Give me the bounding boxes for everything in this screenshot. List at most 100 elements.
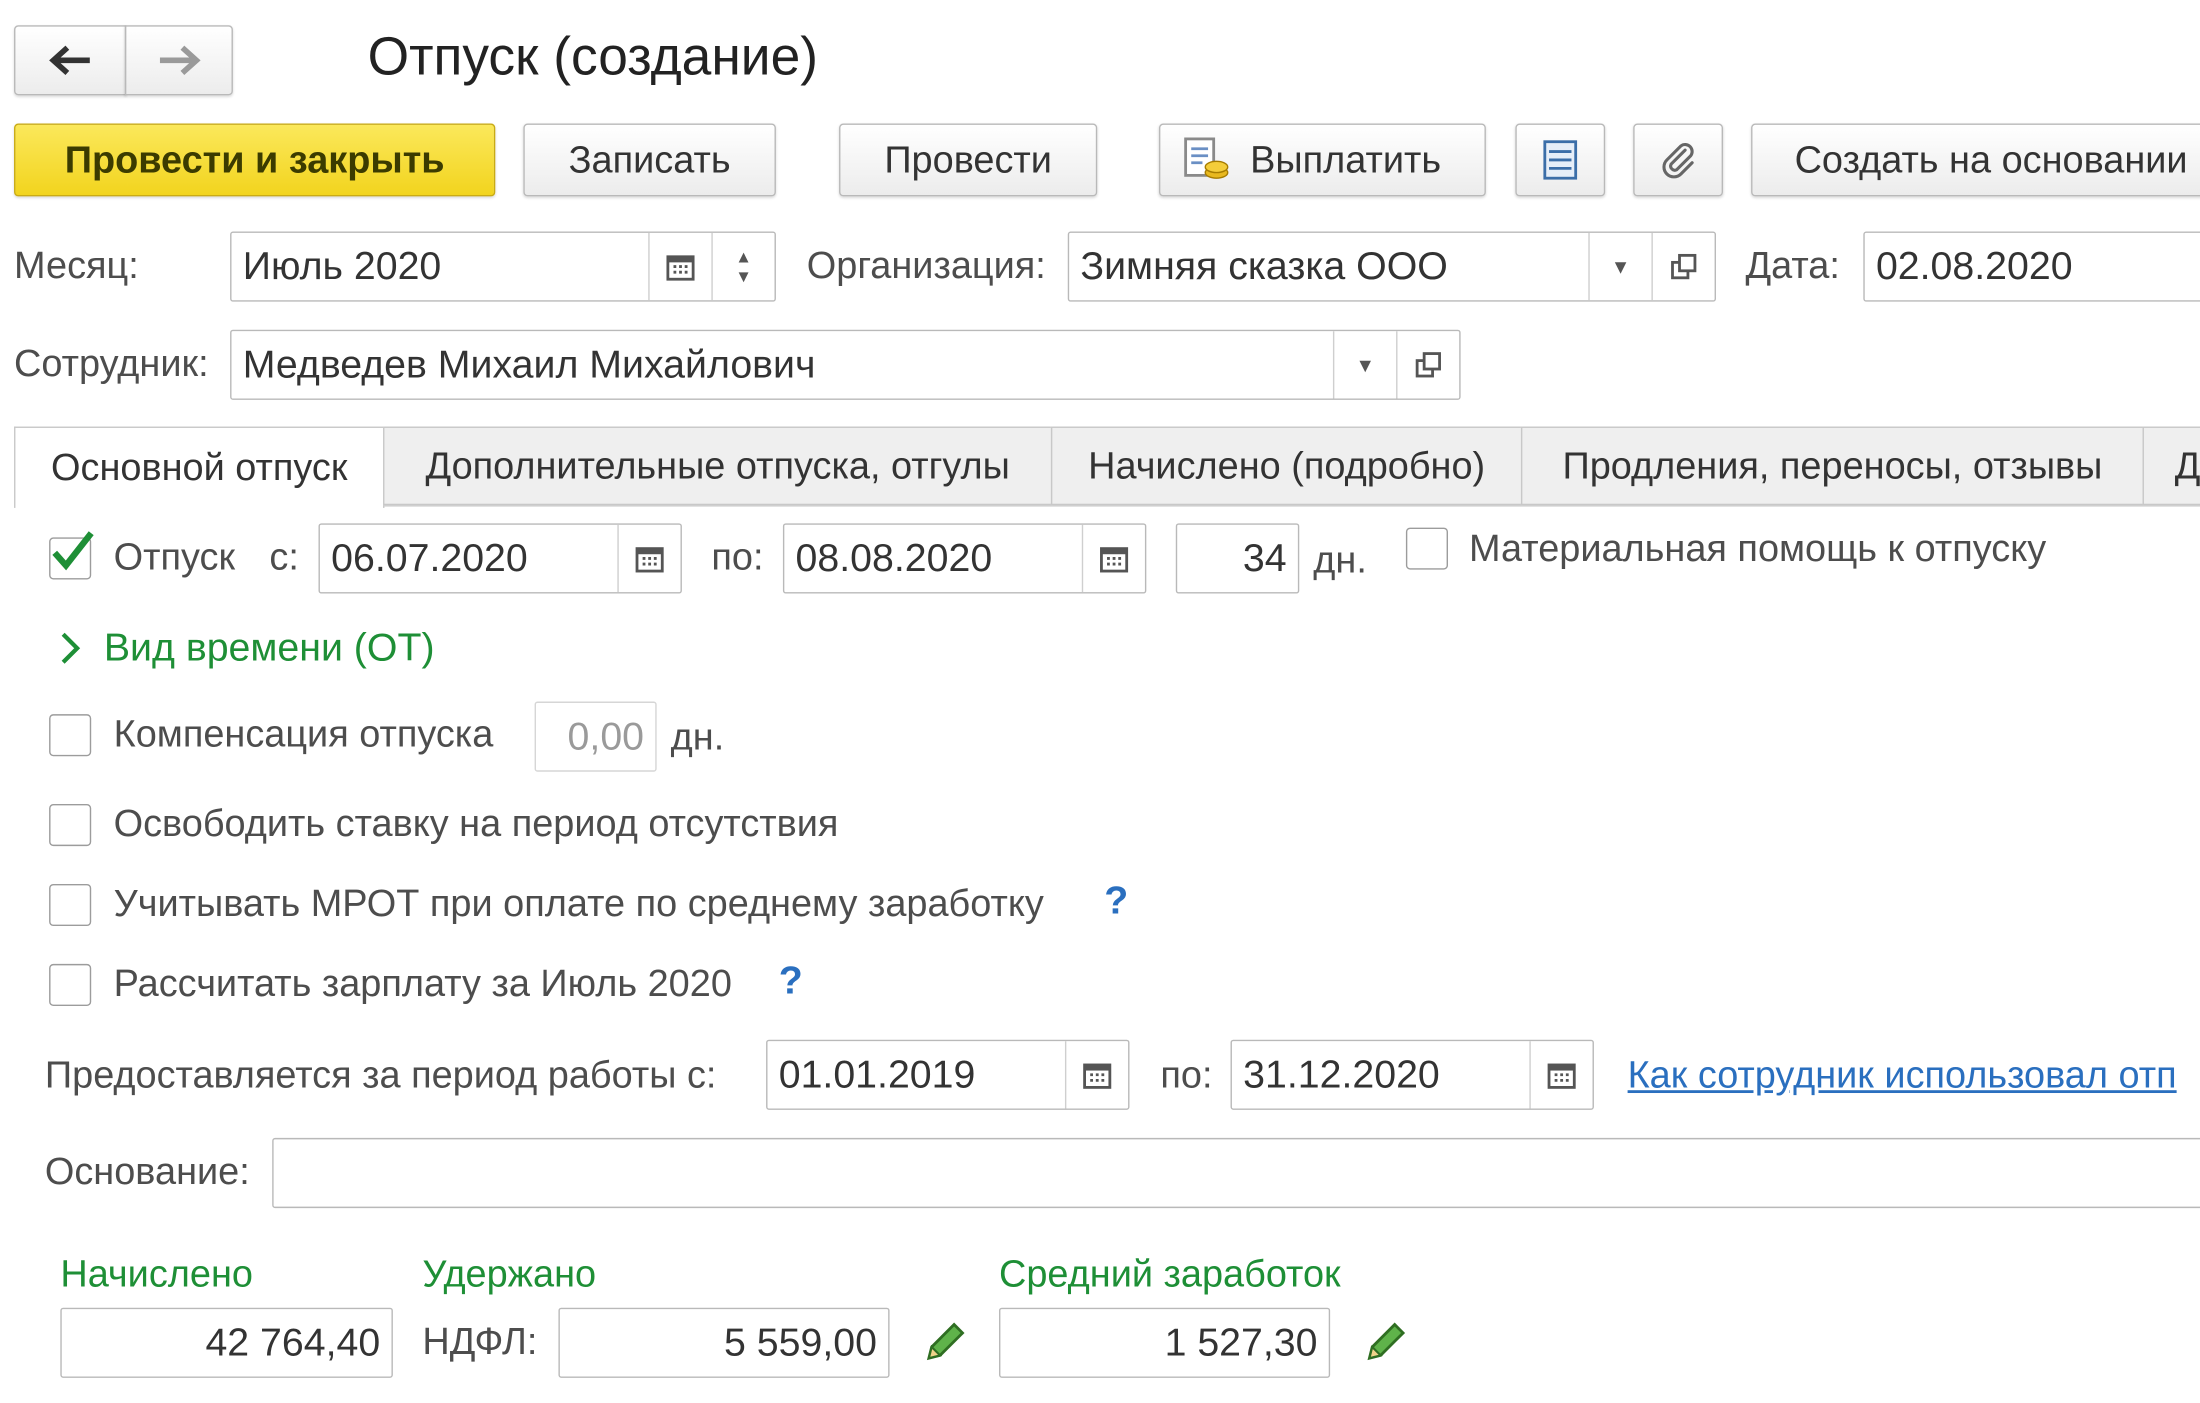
mrot-label: Учитывать МРОТ при оплате по среднему за… [113,882,1044,925]
average-earnings-label: Средний заработок [999,1252,1341,1296]
vacation-to-value: 08.08.2020 [795,535,993,580]
calc-salary-help-icon[interactable]: ? [779,958,803,1003]
post-button[interactable]: Провести [839,123,1098,197]
calendar-button[interactable] [1064,1041,1128,1109]
calendar-button[interactable] [648,232,711,301]
ndfl-value: 5 559,00 [723,1320,877,1364]
back-button[interactable] [14,25,127,96]
calendar-icon [635,547,664,573]
vacation-days-field[interactable]: 34 [1175,523,1300,594]
calendar-button[interactable] [617,524,680,593]
tab-main-vacation[interactable]: Основной отпуск [14,426,385,508]
list-icon [1543,140,1578,180]
tab-more[interactable]: Д [2142,426,2200,506]
date-field[interactable]: 02.08.2020 [1863,231,2200,302]
accrued-label: Начислено [60,1252,253,1296]
work-period-from-field[interactable]: 01.01.2019 [766,1039,1130,1110]
checkmark-icon [52,531,94,571]
organization-label: Организация: [806,244,1046,287]
chevron-down-icon: ▼ [1610,255,1631,278]
basis-field[interactable] [272,1137,2200,1209]
edit-ndfl-button[interactable] [920,1319,968,1374]
vacation-from-label: с: [269,535,299,579]
release-rate-checkbox[interactable] [49,803,92,847]
edit-average-earnings-button[interactable] [1361,1319,1409,1374]
accrued-field: 42 764,40 [60,1307,393,1378]
tab-accrued-details[interactable]: Начислено (подробно) [1050,426,1523,506]
employee-open[interactable] [1396,331,1459,399]
work-period-to-field[interactable]: 31.12.2020 [1230,1039,1594,1110]
vacation-label: Отпуск [113,535,236,579]
work-period-from-value: 01.01.2019 [778,1052,976,1096]
calendar-icon [1100,547,1129,573]
payment-document-icon [1184,137,1229,179]
month-field[interactable]: Июль 2020 ▲ ▼ [230,231,776,302]
list-button[interactable] [1515,123,1606,197]
page-title: Отпуск (создание) [367,28,818,87]
date-value: 02.08.2020 [1875,244,2073,288]
ndfl-label: НДФЛ: [422,1320,538,1363]
vacation-days-unit: дн. [1313,538,1367,581]
calendar-button[interactable] [1529,1041,1592,1109]
average-earnings-value: 1 527,30 [1164,1320,1318,1364]
month-label: Месяц: [14,244,139,287]
vacation-from-field[interactable]: 06.07.2020 [318,523,682,594]
calendar-icon [666,255,695,281]
month-spinner[interactable]: ▲ ▼ [711,232,774,301]
average-earnings-field: 1 527,30 [999,1307,1331,1378]
employee-value: Медведев Михаил Михайлович [242,342,816,386]
vacation-to-label: по: [711,535,764,579]
calendar-icon [1547,1063,1576,1089]
arrow-right-icon [159,45,200,76]
date-label: Дата: [1745,244,1840,287]
work-period-to-value: 31.12.2020 [1243,1052,1440,1096]
save-button[interactable]: Записать [523,123,776,197]
calc-salary-label: Рассчитать зарплату за Июль 2020 [113,962,732,1005]
post-and-close-button[interactable]: Провести и закрыть [14,123,496,197]
withheld-label: Удержано [422,1252,597,1296]
vacation-days-value: 34 [1242,535,1287,580]
spin-down-icon[interactable]: ▼ [735,267,752,287]
tab-extensions[interactable]: Продления, переносы, отзывы [1520,426,2144,506]
calendar-button[interactable] [1081,524,1145,593]
pencil-icon [926,1322,965,1361]
time-kind-label: Вид времени (ОТ) [103,625,435,669]
calendar-icon [1083,1063,1112,1089]
employee-dropdown[interactable]: ▼ [1332,331,1396,399]
organization-dropdown[interactable]: ▼ [1588,232,1651,301]
paperclip-icon [1662,142,1694,179]
mrot-checkbox[interactable] [49,883,92,927]
ndfl-field: 5 559,00 [558,1307,890,1378]
forward-button[interactable] [124,25,233,96]
time-kind-expander[interactable]: Вид времени (ОТ) [56,623,435,670]
organization-open[interactable] [1651,232,1714,301]
material-aid-checkbox[interactable] [1405,527,1448,570]
spin-up-icon[interactable]: ▲ [735,247,752,267]
vacation-from-value: 06.07.2020 [331,535,528,580]
vacation-to-field[interactable]: 08.08.2020 [782,523,1147,594]
vacation-usage-link[interactable]: Как сотрудник использовал отп [1628,1054,2177,1097]
release-rate-label: Освободить ставку на период отсутствия [113,802,839,845]
pencil-icon [1367,1322,1406,1361]
calc-salary-checkbox[interactable] [49,963,92,1007]
organization-field[interactable]: Зимняя сказка ООО ▼ [1067,231,1716,302]
compensation-days-field: 0,00 [534,701,657,772]
work-period-label: Предоставляется за период работы с: [44,1053,717,1096]
create-based-on-button[interactable]: Создать на основании [1751,123,2200,197]
tab-additional-vacations[interactable]: Дополнительные отпуска, отгулы [383,426,1053,506]
month-value: Июль 2020 [242,244,442,288]
chevron-right-icon [61,632,81,664]
chevron-down-icon: ▼ [1355,353,1375,377]
employee-field[interactable]: Медведев Михаил Михайлович ▼ [230,329,1461,400]
work-period-to-label: по: [1160,1053,1213,1096]
vacation-checkbox[interactable] [49,531,94,580]
material-aid-label: Материальная помощь к отпуску [1469,527,2047,570]
compensation-checkbox[interactable] [49,714,92,757]
pay-button[interactable]: Выплатить [1158,123,1486,197]
accrued-value: 42 764,40 [205,1320,381,1364]
arrow-left-icon [49,45,90,76]
attach-button[interactable] [1633,123,1724,197]
organization-value: Зимняя сказка ООО [1080,244,1448,288]
pay-button-label: Выплатить [1250,138,1442,181]
mrot-help-icon[interactable]: ? [1104,878,1128,923]
